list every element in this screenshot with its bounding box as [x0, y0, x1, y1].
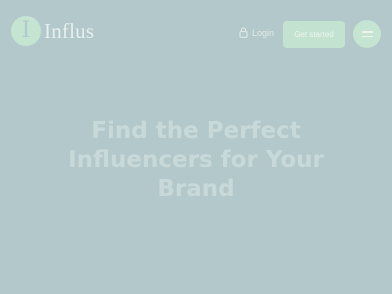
- hamburger-menu-icon: [361, 30, 373, 33]
- hero-section: Find the Perfect Influencers for Your Br…: [0, 117, 392, 204]
- login-label: Login: [252, 27, 275, 38]
- hero-title: Find the Perfect Influencers for Your Br…: [68, 118, 324, 202]
- site-header: I Influs Login Get started: [0, 0, 392, 68]
- login-link[interactable]: Login: [239, 27, 274, 38]
- logo-link[interactable]: I Influs: [11, 16, 94, 46]
- get-started-button[interactable]: Get started: [283, 21, 345, 48]
- logo-text: Influs: [44, 19, 95, 43]
- logo-badge: I: [11, 16, 41, 46]
- menu-button[interactable]: [353, 20, 381, 48]
- hamburger-menu-icon-line: [361, 35, 373, 38]
- lock-icon: [239, 27, 248, 38]
